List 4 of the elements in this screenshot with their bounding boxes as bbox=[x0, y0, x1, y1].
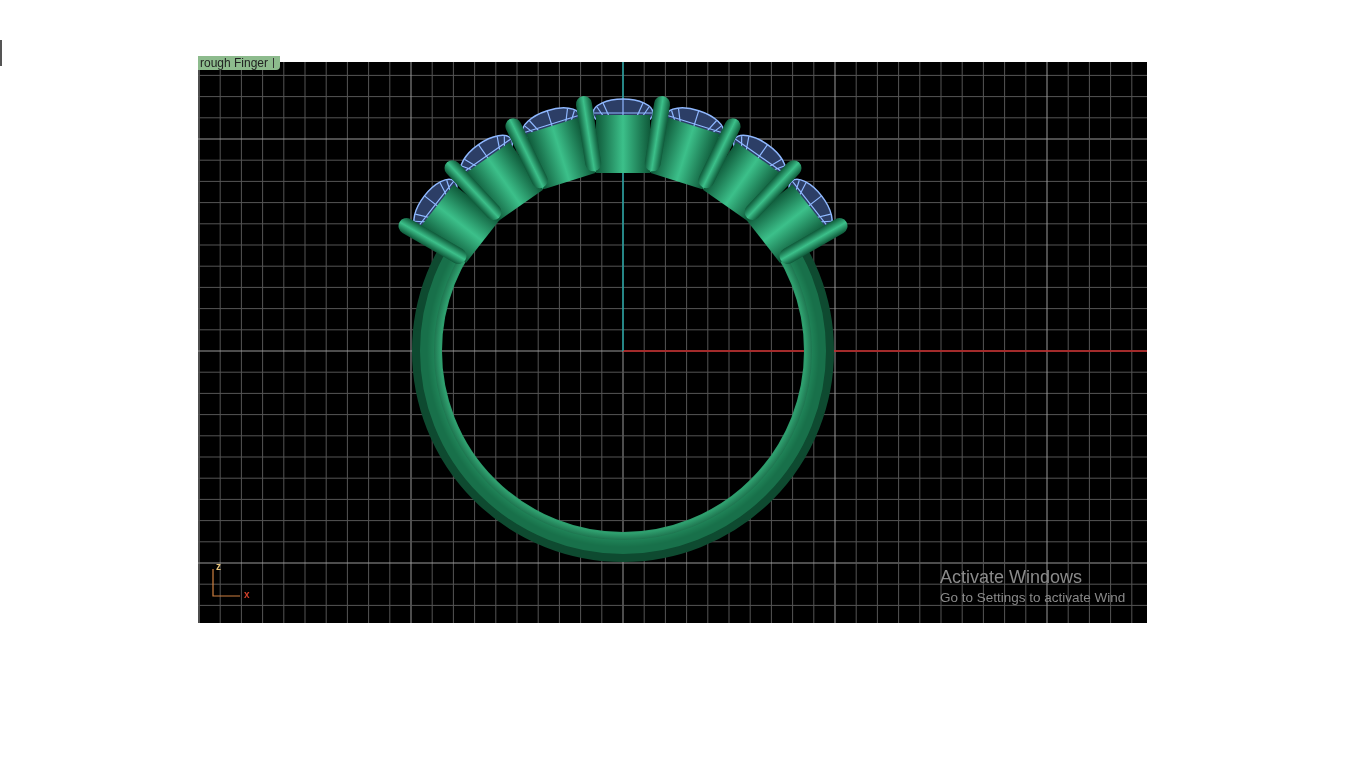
activation-message: Go to Settings to activate Wind bbox=[940, 590, 1126, 606]
axis-label: x bbox=[244, 590, 250, 600]
axis-label: z bbox=[216, 562, 221, 572]
viewport-tab[interactable]: rough Finger bbox=[198, 56, 281, 70]
